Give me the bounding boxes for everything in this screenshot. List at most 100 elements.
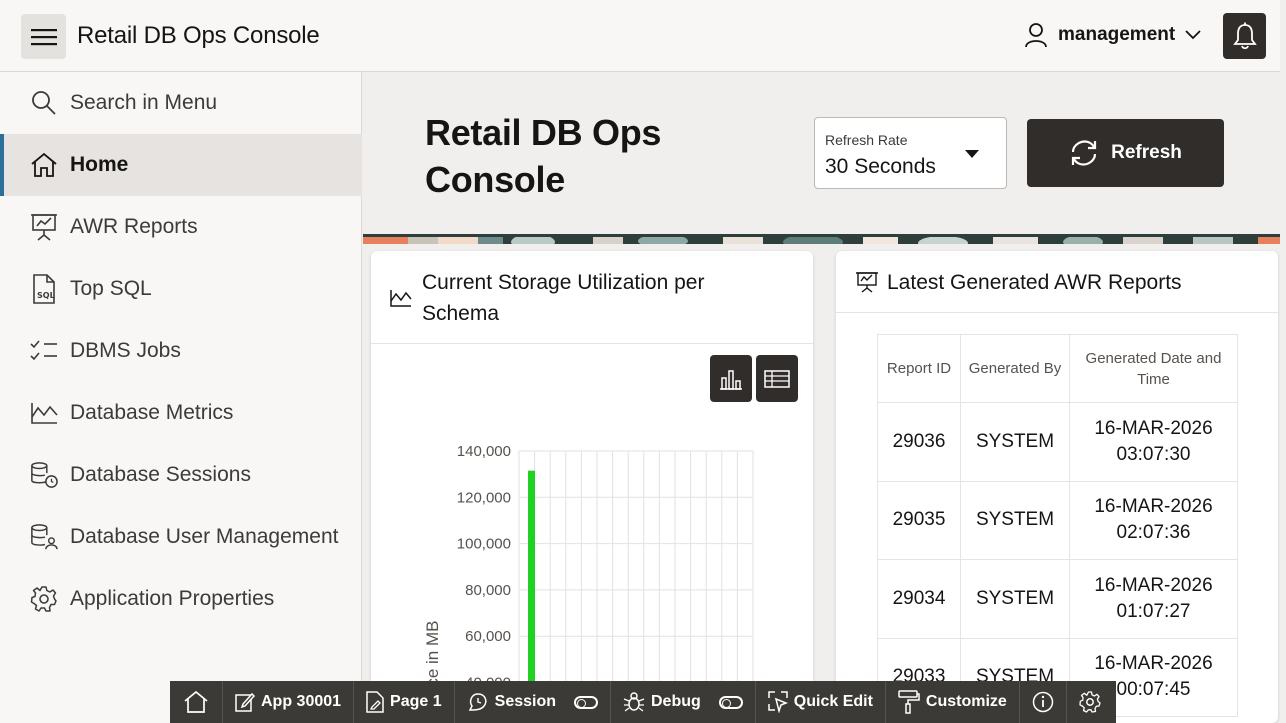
- sidebar-item-home[interactable]: Home: [0, 134, 362, 196]
- notifications-button[interactable]: [1223, 13, 1266, 59]
- sidebar-item-awr-reports[interactable]: AWR Reports: [0, 196, 362, 258]
- debug-toggle[interactable]: [718, 695, 743, 709]
- top-header: Retail DB Ops Console management: [0, 0, 1286, 72]
- sidebar-item-database-metrics[interactable]: Database Metrics: [0, 382, 362, 444]
- edit-icon: [235, 692, 255, 712]
- devbar-quick-edit-button[interactable]: Quick Edit: [756, 681, 886, 723]
- devbar-customize-button[interactable]: Customize: [886, 681, 1020, 723]
- sidebar-item-label: Search in Menu: [70, 91, 218, 114]
- sidebar-item-application-properties[interactable]: Application Properties: [0, 568, 362, 630]
- refresh-button[interactable]: Refresh: [1027, 119, 1224, 187]
- devbar-debug-label: Debug: [651, 693, 701, 710]
- window-scrollbar[interactable]: [1280, 0, 1286, 723]
- generated-time: 02:07:36: [1116, 522, 1191, 544]
- chart-view-button[interactable]: [710, 355, 752, 402]
- column-header[interactable]: Generated Date and Time: [1069, 334, 1238, 403]
- bar-chart-icon: [720, 369, 742, 390]
- generated-date: 16-MAR-2026: [1094, 653, 1213, 675]
- devbar-app-button[interactable]: App 30001: [223, 681, 355, 723]
- devbar-page-label: Page 1: [390, 693, 442, 710]
- sidebar-item-label: Database Metrics: [70, 401, 234, 424]
- card-header: Current Storage Utilization per Schema: [371, 251, 813, 344]
- devbar-session-label: Session: [494, 693, 556, 710]
- app-title[interactable]: Retail DB Ops Console: [77, 22, 320, 50]
- caret-down-icon: [965, 150, 979, 158]
- database-user-icon: [30, 523, 58, 551]
- search-icon: [30, 89, 58, 117]
- sql-file-icon: SQL: [30, 274, 58, 304]
- devbar-session-button[interactable]: Session: [455, 681, 611, 723]
- refresh-rate-select[interactable]: Refresh Rate 30 Seconds: [814, 117, 1007, 189]
- generated-time: 03:07:30: [1116, 443, 1191, 465]
- table-row[interactable]: 29034 SYSTEM 16-MAR-2026 01:07:27: [877, 559, 1238, 639]
- generated-date-cell: 16-MAR-2026 03:07:30: [1069, 402, 1238, 482]
- sidebar-item-label: Application Properties: [70, 587, 275, 610]
- sidebar-nav: Search in Menu Home AWR Reports SQL Top …: [0, 72, 362, 723]
- devbar-home-button[interactable]: [170, 681, 223, 723]
- devbar-quick-edit-label: Quick Edit: [793, 693, 873, 710]
- sidebar-item-dbms-jobs[interactable]: DBMS Jobs: [0, 320, 362, 382]
- devbar-page-button[interactable]: Page 1: [354, 681, 455, 723]
- hamburger-icon: [30, 28, 57, 45]
- y-tick-label: 100,000: [457, 536, 511, 553]
- sidebar-item-label: Home: [70, 153, 129, 176]
- y-tick-label: 140,000: [457, 443, 511, 460]
- refresh-rate-value: 30 Seconds: [825, 155, 936, 178]
- session-toggle[interactable]: [574, 695, 598, 709]
- bell-icon: [1232, 22, 1257, 50]
- generated-date-cell: 16-MAR-2026 01:07:27: [1069, 559, 1238, 639]
- user-name: management: [1058, 24, 1176, 45]
- table-view-button[interactable]: [756, 355, 798, 402]
- page-title: Retail DB Ops Console: [425, 112, 662, 200]
- gear-icon: [30, 585, 58, 613]
- generated-time: 01:07:27: [1116, 600, 1191, 622]
- card-title: Current Storage Utilization per Schema: [422, 271, 705, 325]
- generated-date: 16-MAR-2026: [1094, 417, 1213, 439]
- sidebar-item-label: Database User Management: [70, 525, 339, 548]
- column-header[interactable]: Generated By: [960, 334, 1070, 403]
- y-tick-label: 120,000: [457, 489, 511, 506]
- table-row[interactable]: 29036 SYSTEM 16-MAR-2026 03:07:30: [877, 402, 1238, 482]
- sidebar-search-menu[interactable]: Search in Menu: [0, 72, 362, 134]
- sidebar-item-label: Top SQL: [70, 277, 152, 300]
- sidebar-item-label: DBMS Jobs: [70, 339, 181, 362]
- sidebar-item-label: Database Sessions: [70, 463, 251, 486]
- presentation-chart-icon: [30, 213, 58, 241]
- checklist-icon: [30, 337, 58, 365]
- svg-text:SQL: SQL: [37, 291, 55, 300]
- home-icon: [184, 691, 208, 713]
- devbar-customize-label: Customize: [925, 693, 1007, 710]
- bug-icon: [623, 692, 645, 712]
- menu-toggle-button[interactable]: [21, 14, 66, 59]
- refresh-icon: [1072, 140, 1097, 166]
- generated-by-cell: SYSTEM: [960, 559, 1070, 639]
- sidebar-item-database-sessions[interactable]: Database Sessions: [0, 444, 362, 506]
- report-id-cell: 29035: [877, 480, 961, 560]
- devbar-info-button[interactable]: [1020, 681, 1067, 723]
- sidebar-item-database-user-management[interactable]: Database User Management: [0, 506, 362, 568]
- y-axis-ticks: 140,000120,000100,00080,00060,00040,000: [457, 443, 511, 692]
- card-title: Latest Generated AWR Reports: [887, 271, 1182, 294]
- sidebar-item-top-sql[interactable]: SQL Top SQL: [0, 258, 362, 320]
- home-icon: [30, 151, 58, 179]
- quick-edit-icon: [768, 691, 788, 713]
- refresh-rate-label: Refresh Rate: [825, 132, 908, 148]
- database-clock-icon: [30, 461, 58, 489]
- user-menu[interactable]: management: [1024, 22, 1201, 48]
- devbar-settings-button[interactable]: [1067, 681, 1113, 723]
- paint-roller-icon: [898, 690, 920, 714]
- gear-icon: [1079, 691, 1101, 713]
- hero-region: Retail DB Ops Console Refresh Rate 30 Se…: [363, 73, 1286, 234]
- devbar-debug-button[interactable]: Debug: [611, 681, 756, 723]
- line-chart-icon: [30, 399, 58, 427]
- table-row[interactable]: 29035 SYSTEM 16-MAR-2026 02:07:36: [877, 480, 1238, 560]
- presentation-chart-icon: [856, 272, 878, 293]
- storage-utilization-card: Current Storage Utilization per Schema 1…: [371, 251, 813, 723]
- decorative-banner: [363, 234, 1286, 244]
- session-icon: [468, 693, 487, 711]
- info-icon: [1032, 691, 1054, 713]
- devbar-app-label: App 30001: [261, 693, 342, 710]
- awr-reports-table: Report ID Generated By Generated Date an…: [877, 334, 1238, 717]
- page-edit-icon: [366, 691, 384, 713]
- column-header[interactable]: Report ID: [877, 334, 961, 403]
